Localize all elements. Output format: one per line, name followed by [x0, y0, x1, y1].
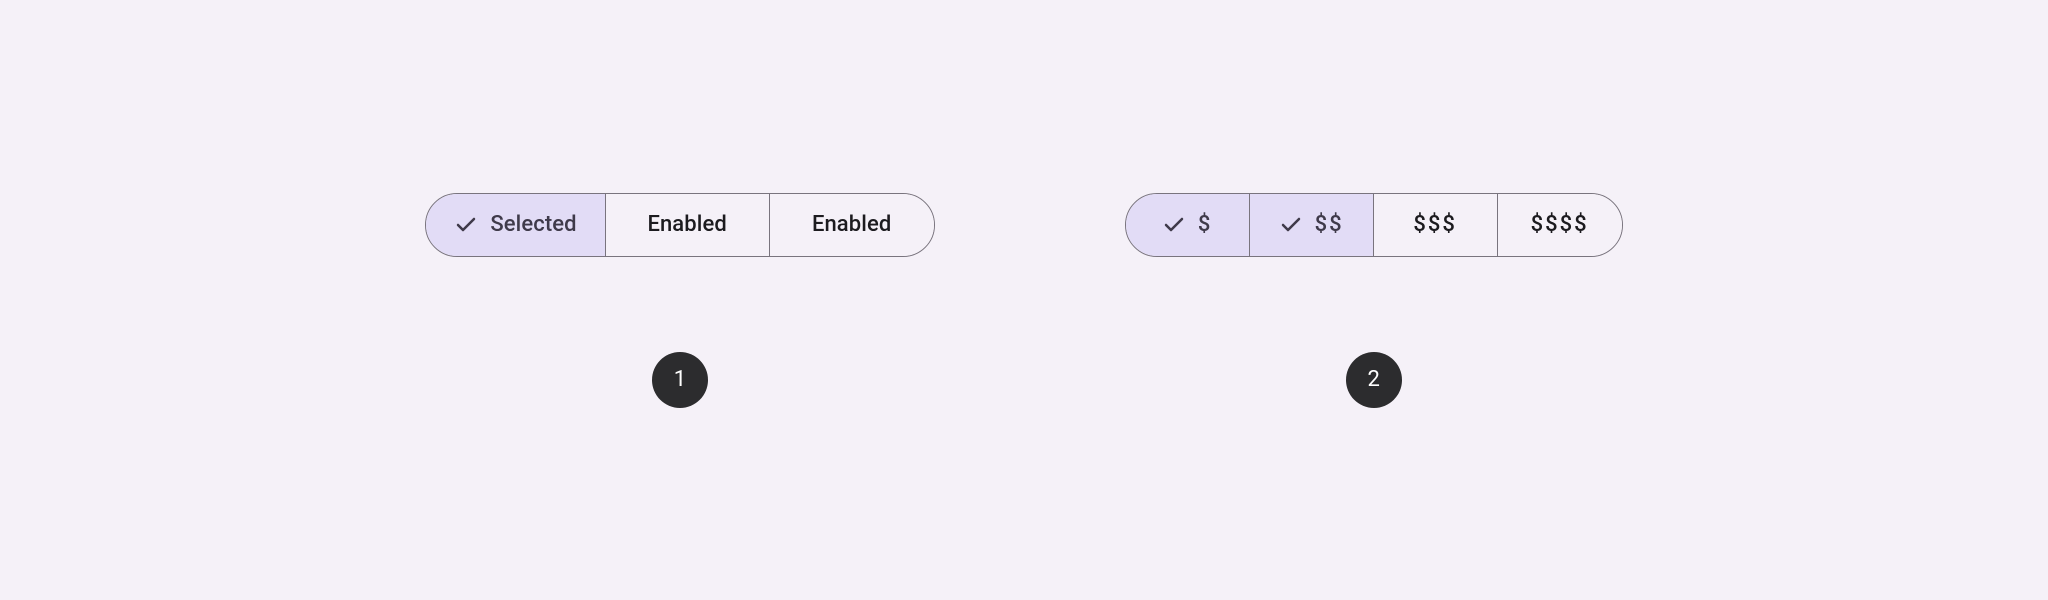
segment-label: $$$$ — [1531, 212, 1589, 237]
segment-label: Enabled — [647, 212, 726, 237]
segment-enabled-2[interactable]: Enabled — [770, 194, 934, 256]
segmented-button-group-1: Selected Enabled Enabled — [425, 193, 934, 257]
segment-label: $ — [1198, 212, 1213, 237]
segmented-button-group-2: $ $$ $$$ $$$$ — [1125, 193, 1623, 257]
segment-price-1[interactable]: $ — [1126, 194, 1250, 256]
segment-price-3[interactable]: $$$ — [1374, 194, 1498, 256]
number-badge-2: 2 — [1346, 352, 1402, 408]
segment-label: $$ — [1315, 212, 1344, 237]
segment-label: Selected — [490, 212, 576, 237]
example-2: $ $$ $$$ $$$$ 2 — [1125, 193, 1623, 408]
segment-label: Enabled — [812, 212, 891, 237]
check-icon — [1279, 213, 1303, 237]
badge-label: 2 — [1367, 367, 1379, 392]
segment-label: $$$ — [1413, 212, 1457, 237]
segment-price-2[interactable]: $$ — [1250, 194, 1374, 256]
check-icon — [1162, 213, 1186, 237]
example-1: Selected Enabled Enabled 1 — [425, 193, 934, 408]
check-icon — [454, 213, 478, 237]
number-badge-1: 1 — [652, 352, 708, 408]
segment-price-4[interactable]: $$$$ — [1498, 194, 1622, 256]
segment-enabled-1[interactable]: Enabled — [606, 194, 770, 256]
badge-label: 1 — [674, 367, 686, 392]
segment-selected[interactable]: Selected — [426, 194, 605, 256]
